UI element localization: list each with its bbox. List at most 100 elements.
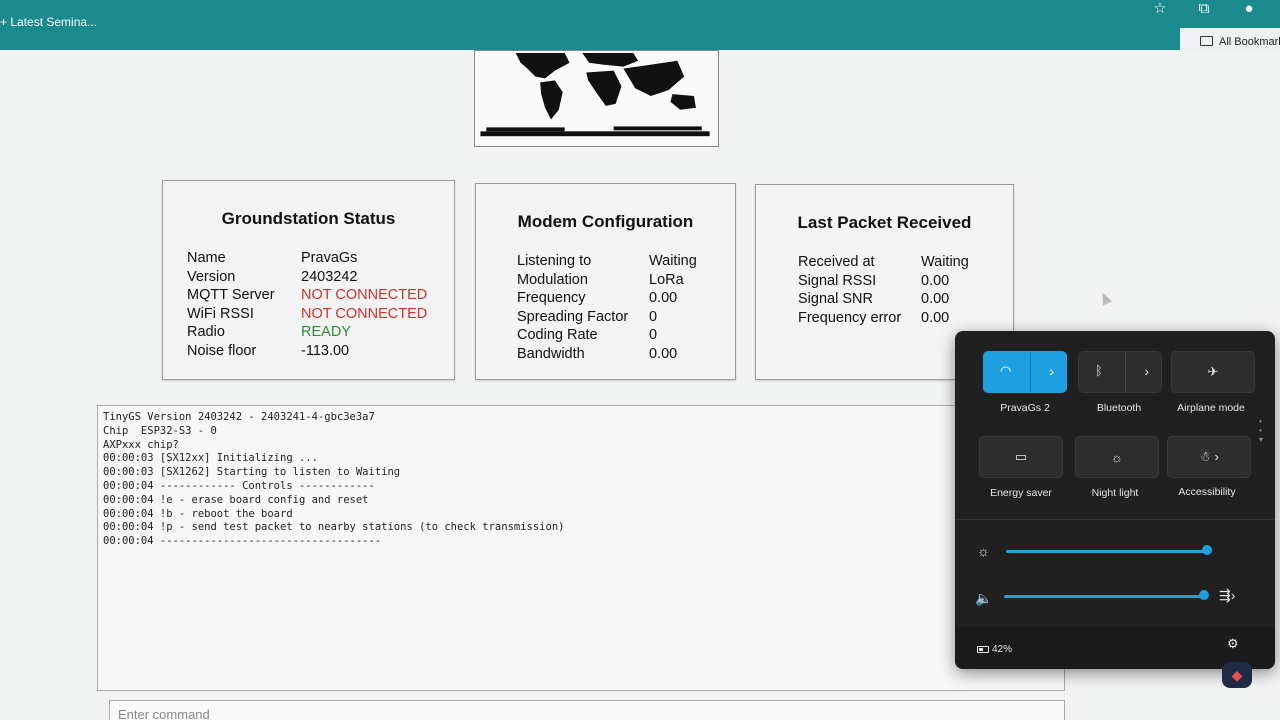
kv-key: Spreading Factor — [517, 308, 629, 325]
night-light-tile-label: Night light — [1091, 487, 1139, 499]
wifi-icon: ◠ — [1000, 363, 1012, 378]
kv-row: Listening to Waiting — [517, 252, 697, 271]
kv-value: 0.00 — [921, 272, 950, 289]
groundstation-status-panel: Groundstation Status Name PravaGs Version 2… — [162, 180, 455, 380]
kv-value: -113.00 — [301, 342, 350, 359]
kv-row: Noise floor -113.00 — [187, 342, 427, 361]
kv-row: Coding Rate 0 — [517, 326, 697, 345]
mouse-cursor-icon — [1097, 290, 1113, 306]
kv-key: Coding Rate — [517, 327, 598, 344]
star-icon[interactable]: ☆ — [1151, 0, 1169, 18]
bluetooth-tile[interactable]: ᛒ › — [1078, 351, 1162, 393]
airplane-icon: ✈ — [1207, 364, 1219, 379]
kv-key: Name — [187, 250, 226, 266]
profile-avatar-icon[interactable]: ● — [1240, 0, 1258, 18]
kv-value: READY — [301, 324, 351, 341]
all-bookmarks-label: All Bookmarks — [1219, 36, 1280, 48]
all-bookmarks-link[interactable]: All Bookmarks — [1200, 36, 1280, 48]
extensions-icon[interactable]: ⧉ — [1195, 0, 1213, 18]
bluetooth-icon: ᛒ — [1095, 363, 1103, 378]
kv-key: Frequency — [517, 290, 586, 307]
kv-row: Signal SNR 0.00 — [798, 290, 969, 309]
kv-value: 0 — [649, 308, 658, 325]
kv-value: 0.00 — [921, 291, 950, 308]
folder-icon — [1200, 36, 1213, 46]
kv-row: Frequency 0.00 — [517, 289, 697, 308]
kv-value: 0.00 — [649, 290, 678, 307]
kv-value: 0.00 — [649, 345, 678, 362]
energy-saver-icon: ▭ — [1014, 449, 1028, 464]
brightness-slider[interactable] — [1006, 550, 1207, 553]
settings-gear-icon[interactable]: ⚙ — [1227, 636, 1239, 652]
volume-slider[interactable] — [1004, 595, 1203, 598]
command-input[interactable]: Enter command — [109, 700, 1065, 720]
browser-tab[interactable]: + Latest Semina... — [0, 15, 97, 29]
world-map — [474, 50, 719, 147]
kv-row: MQTT Server NOT CONNECTED — [187, 286, 427, 305]
kv-value: 0.00 — [921, 309, 950, 326]
kv-value: PravaGs — [301, 250, 358, 266]
console-output: TinyGS Version 2403242 - 2403241-4-gbc3e… — [103, 411, 565, 548]
kv-value: 0 — [649, 327, 658, 344]
groundstation-status-title: Groundstation Status — [221, 209, 396, 228]
modem-configuration-title: Modem Configuration — [517, 212, 694, 231]
accessibility-icon: ☃ › — [1199, 449, 1219, 464]
night-light-icon: ☼ — [1111, 449, 1123, 465]
kv-value: NOT CONNECTED — [301, 287, 428, 304]
kv-key: MQTT Server — [187, 287, 275, 304]
kv-value: LoRa — [649, 271, 684, 288]
wifi-tile-label: PravaGs 2 — [1000, 402, 1050, 414]
volume-icon: 🔈 — [975, 590, 993, 606]
modem-configuration-panel: Modem Configuration Listening to Waiting M… — [475, 183, 736, 380]
battery-icon — [977, 646, 989, 653]
kv-row: Bandwidth 0.00 — [517, 345, 697, 364]
kv-row: Radio READY — [187, 323, 427, 342]
tile-divider — [1125, 352, 1126, 392]
serial-console[interactable]: TinyGS Version 2403242 - 2403241-4-gbc3e… — [97, 405, 1065, 691]
kv-key: Signal RSSI — [798, 272, 877, 289]
bluetooth-tile-label: Bluetooth — [1096, 402, 1142, 414]
chevron-right-icon[interactable]: › — [1144, 363, 1149, 379]
kv-key: Modulation — [517, 271, 588, 288]
modem-configuration-table: Listening to Waiting Modulation LoRa Frequen… — [517, 252, 697, 364]
kv-key: Listening to — [517, 253, 592, 269]
kv-key: Signal SNR — [798, 291, 873, 308]
last-packet-title: Last Packet Received — [797, 213, 972, 232]
groundstation-status-table: Name PravaGs Version 2403242 MQTT Server NOT … — [187, 249, 427, 361]
accessibility-tile[interactable]: ☃ › — [1167, 436, 1251, 478]
airplane-mode-tile[interactable]: ✈ — [1171, 351, 1255, 393]
kv-key: Noise floor — [187, 342, 257, 359]
accessibility-tile-label: Accessibility — [1178, 486, 1236, 498]
kv-key: Frequency error — [798, 309, 902, 326]
kv-row: Frequency error 0.00 — [798, 309, 969, 328]
kv-row: Spreading Factor 0 — [517, 308, 697, 327]
kv-row: WiFi RSSI NOT CONNECTED — [187, 305, 427, 324]
kv-row: Name PravaGs — [187, 249, 427, 268]
last-packet-table: Received at Waiting Signal RSSI 0.00 Signal … — [798, 253, 969, 327]
kv-key: Version — [187, 268, 236, 285]
kv-value: Waiting — [921, 254, 969, 270]
battery-status[interactable]: 42% — [977, 644, 1012, 655]
kv-key: Received at — [798, 254, 875, 270]
brightness-icon: ☼ — [977, 543, 990, 559]
volume-slider-thumb[interactable] — [1199, 590, 1209, 600]
brightness-slider-thumb[interactable] — [1202, 545, 1212, 555]
kv-row: Version 2403242 — [187, 268, 427, 287]
kv-key: WiFi RSSI — [187, 305, 254, 322]
kv-value: 2403242 — [301, 268, 358, 285]
audio-output-icon[interactable]: ⇶› — [1219, 587, 1235, 604]
scroll-indicator[interactable]: • • ▾ — [1259, 417, 1263, 444]
battery-percentage: 42% — [992, 644, 1013, 655]
chevron-right-icon[interactable]: › — [1049, 363, 1054, 379]
energy-saver-tile[interactable]: ▭ — [979, 436, 1063, 478]
wifi-tile[interactable]: ◠ › — [983, 351, 1067, 393]
kv-row: Modulation LoRa — [517, 271, 697, 290]
copilot-icon[interactable]: ◆ — [1222, 662, 1252, 688]
energy-saver-tile-label: Energy saver — [990, 487, 1052, 499]
kv-key: Radio — [187, 324, 225, 341]
kv-row: Signal RSSI 0.00 — [798, 272, 969, 291]
night-light-tile[interactable]: ☼ — [1075, 436, 1159, 478]
kv-key: Bandwidth — [517, 345, 585, 362]
kv-value: Waiting — [649, 253, 697, 269]
kv-value: NOT CONNECTED — [301, 305, 428, 322]
